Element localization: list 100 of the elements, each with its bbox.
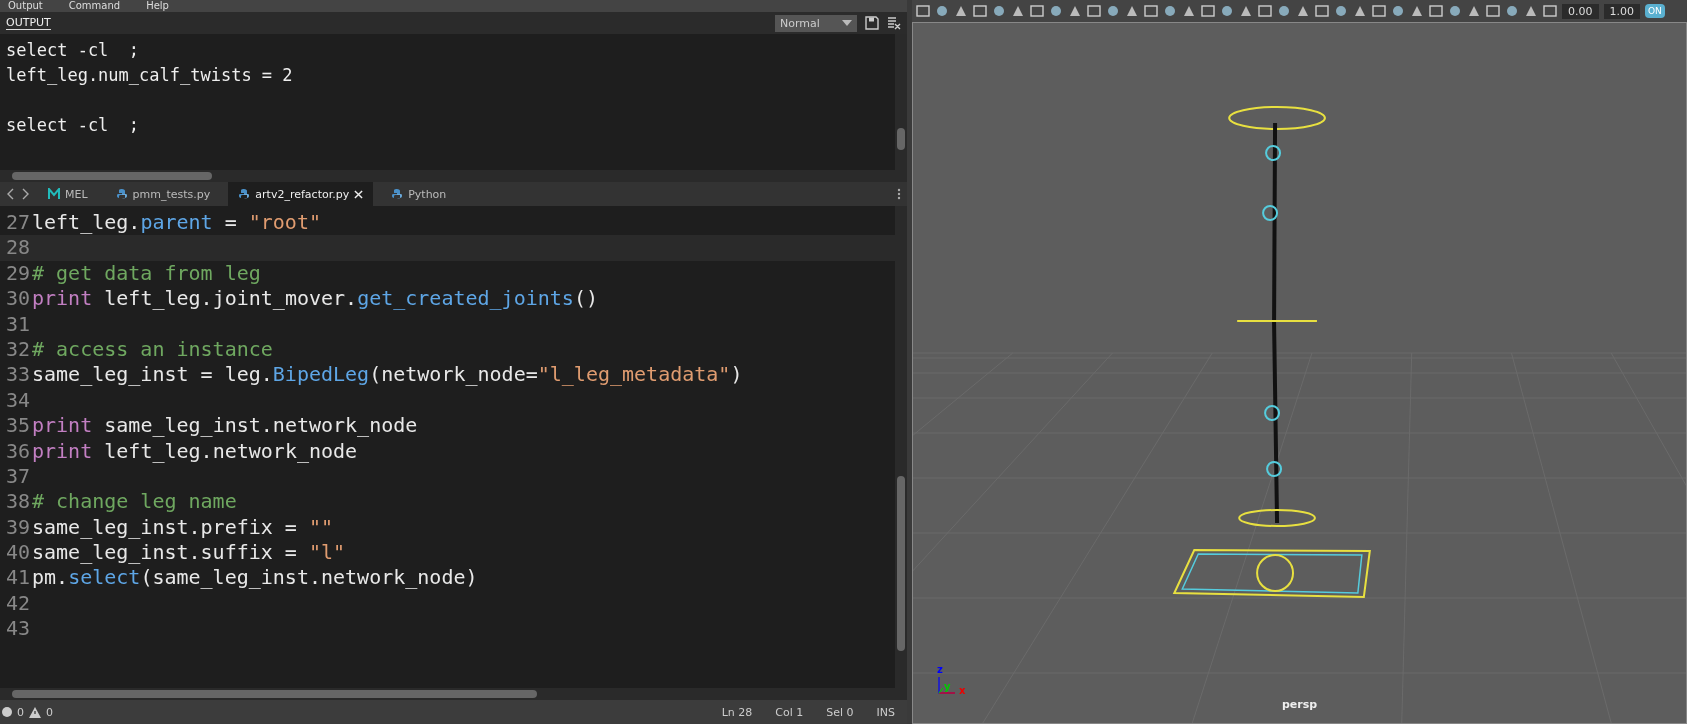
toolbar-icon[interactable]	[1372, 4, 1386, 18]
line-number: 38	[4, 489, 30, 515]
axis-label: x	[959, 686, 966, 696]
toolbar-icon[interactable]	[1220, 4, 1234, 18]
toolbar-icon[interactable]	[1258, 4, 1272, 18]
toolbar-icon[interactable]	[1068, 4, 1082, 18]
close-icon[interactable]	[354, 189, 364, 199]
toolbar-icon[interactable]	[954, 4, 968, 18]
code-line: left_leg.parent = "root"	[32, 210, 321, 236]
editor-tab[interactable]: Python	[381, 182, 457, 206]
menu-item[interactable]: Command	[68, 0, 121, 12]
line-number: 31	[4, 311, 30, 337]
toolbar-icon[interactable]	[1353, 4, 1367, 18]
line-number: 30	[4, 286, 30, 312]
python-logo-icon	[391, 188, 404, 200]
toolbar-icon[interactable]	[1391, 4, 1405, 18]
editor-tab[interactable]: pmm_tests.py	[105, 182, 221, 206]
line-indicator: Ln 28	[721, 705, 753, 719]
line-number: 28	[4, 235, 30, 261]
toolbar-icon[interactable]	[1049, 4, 1063, 18]
line-number: 32	[4, 336, 30, 363]
error-count: 0	[17, 705, 24, 719]
code-line: same_leg_inst.prefix = ""	[32, 514, 334, 541]
python-logo-icon	[115, 188, 128, 200]
mode-dropdown[interactable]: Normal	[775, 14, 857, 32]
toolbar-icon[interactable]	[935, 4, 949, 18]
line-number: 35	[4, 413, 30, 439]
caret-icon	[842, 20, 852, 26]
code-line: # change leg name	[32, 489, 237, 515]
column-indicator: Col 1	[775, 705, 804, 719]
clear-icon[interactable]	[887, 16, 901, 30]
toolbar-icon[interactable]	[1277, 4, 1291, 18]
toolbar-icon[interactable]	[1334, 4, 1348, 18]
more-icon[interactable]	[897, 188, 901, 200]
line-number: 36	[4, 438, 30, 464]
toolbar-icon[interactable]	[1125, 4, 1139, 18]
axis-gizmo-icon	[937, 675, 957, 695]
toolbar-icon[interactable]	[1410, 4, 1424, 18]
line-number: 41	[4, 565, 30, 591]
menu-item[interactable]: Output	[8, 0, 43, 12]
toolbar-icon[interactable]	[1448, 4, 1462, 18]
toolbar-icon[interactable]	[1163, 4, 1177, 18]
line-number: 37	[4, 463, 30, 490]
line-number: 27	[4, 210, 30, 236]
code-line: print same_leg_inst.network_node	[32, 413, 418, 439]
insert-mode-indicator: INS	[876, 705, 895, 719]
axis-label: y	[944, 682, 951, 692]
chevron-right-icon[interactable]	[22, 188, 30, 200]
line-number: 29	[4, 260, 30, 287]
toolbar-icon[interactable]	[1030, 4, 1044, 18]
toolbar-icon[interactable]	[1543, 4, 1557, 18]
toolbar-icon[interactable]	[1315, 4, 1329, 18]
gamma-field[interactable]: 1.00	[1603, 3, 1640, 19]
warning-icon	[29, 706, 41, 718]
toolbar-icon[interactable]	[1011, 4, 1025, 18]
toolbar-icon[interactable]	[1467, 4, 1481, 18]
toolbar-icon[interactable]	[1106, 4, 1120, 18]
chevron-left-icon[interactable]	[6, 188, 14, 200]
toolbar-icon[interactable]	[1201, 4, 1215, 18]
error-icon	[2, 707, 12, 717]
code-line: pm.select(same_leg_inst.network_node)	[32, 565, 478, 591]
horizontal-scrollbar[interactable]	[0, 688, 907, 700]
editor-tab[interactable]: MEL	[38, 182, 98, 206]
toolbar-icon[interactable]	[1239, 4, 1253, 18]
line-number: 33	[4, 362, 30, 388]
horizontal-scrollbar[interactable]	[0, 170, 907, 182]
code-line: same_leg_inst.suffix = "l"	[32, 540, 346, 566]
python-logo-icon	[238, 188, 251, 200]
code-line: print left_leg.joint_mover.get_created_joints()	[32, 286, 598, 312]
vertical-scrollbar[interactable]	[895, 206, 907, 688]
toolbar-icon[interactable]	[916, 4, 930, 18]
output-log: select -cl ; left_leg.num_calf_twists = 2 select -cl ;	[6, 39, 293, 137]
code-line: # get data from leg	[32, 260, 261, 287]
toolbar-icon[interactable]	[973, 4, 987, 18]
camera-name: persp	[1281, 698, 1318, 711]
toolbar-icon[interactable]	[1524, 4, 1538, 18]
line-number: 43	[4, 616, 30, 642]
toolbar-icon[interactable]	[992, 4, 1006, 18]
toolbar-icon[interactable]	[1429, 4, 1443, 18]
toolbar-icon[interactable]	[1505, 4, 1519, 18]
code-line: same_leg_inst = leg.BipedLeg(network_node="l_leg_metadata")	[32, 362, 743, 388]
save-icon[interactable]	[865, 16, 879, 30]
line-number: 39	[4, 514, 30, 541]
selection-indicator: Sel 0	[826, 705, 854, 719]
toolbar-icon[interactable]	[1486, 4, 1500, 18]
toolbar-icon[interactable]	[1144, 4, 1158, 18]
line-number: 40	[4, 540, 30, 566]
code-line: # access an instance	[32, 336, 273, 363]
output-tab[interactable]: OUTPUT	[6, 16, 51, 30]
toolbar-icon[interactable]	[1182, 4, 1196, 18]
toolbar-icon[interactable]	[1296, 4, 1310, 18]
line-number: 42	[4, 590, 30, 617]
exposure-field[interactable]: 0.00	[1562, 3, 1599, 19]
line-number: 34	[4, 387, 30, 414]
axis-label: z	[937, 665, 943, 675]
m-logo-icon	[48, 188, 60, 200]
menu-item[interactable]: Help	[146, 0, 169, 12]
code-line: print left_leg.network_node	[32, 438, 358, 464]
editor-tab[interactable]: artv2_refactor.py	[228, 182, 374, 206]
toolbar-icon[interactable]	[1087, 4, 1101, 18]
